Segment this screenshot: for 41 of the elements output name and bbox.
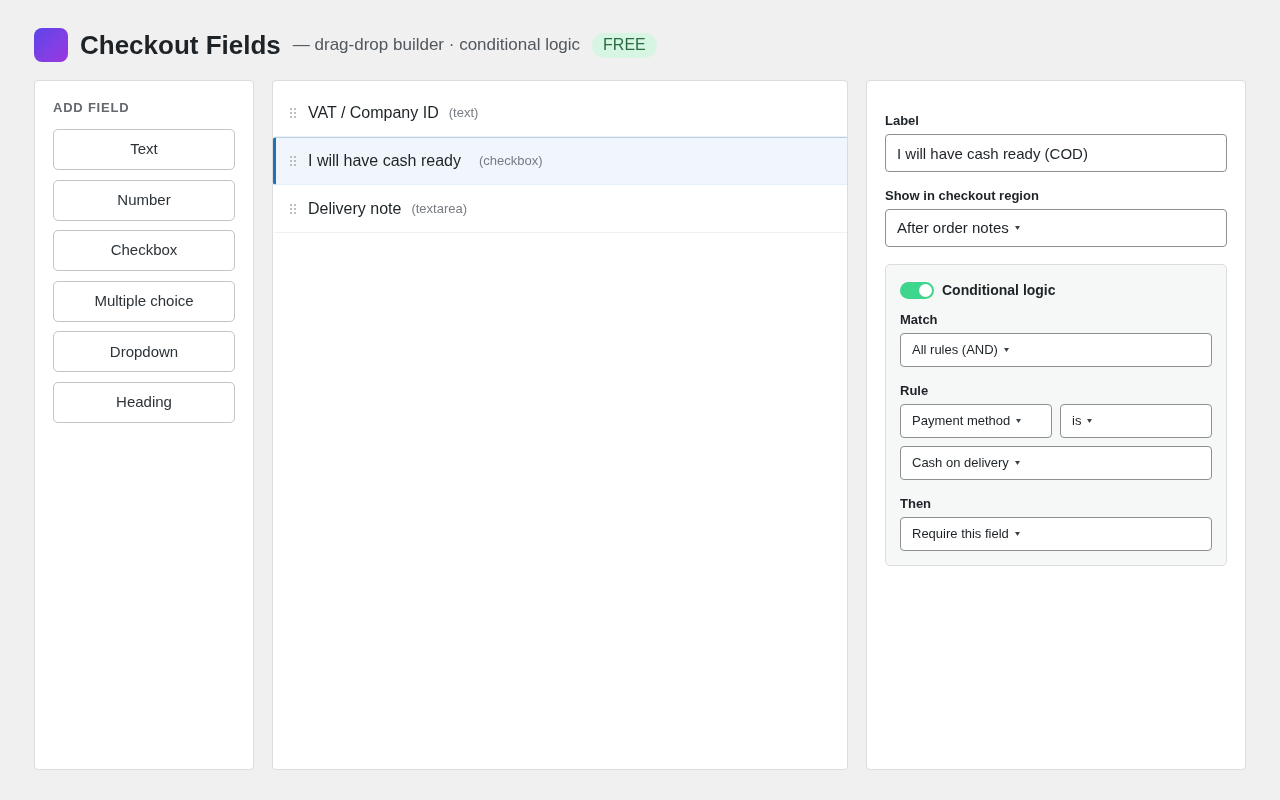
field-type: (checkbox)	[478, 152, 543, 171]
add-field-button[interactable]: Multiple choice	[53, 280, 235, 322]
add-field-button[interactable]: Dropdown	[53, 331, 235, 373]
caret-down-icon	[1003, 348, 1009, 352]
field-type: (textarea)	[411, 199, 467, 218]
page-subtitle: — drag-drop builder · conditional logic	[292, 34, 581, 57]
field-label: I will have cash ready	[308, 151, 461, 171]
field-type: (text)	[448, 103, 479, 122]
rule-caption: Rule	[900, 383, 930, 399]
add-field-button[interactable]: Number	[53, 179, 235, 221]
page-title: Checkout Fields	[80, 32, 281, 58]
conditional-logic-title: Conditional logic	[942, 281, 1056, 300]
action-dropdown[interactable]: Require this field	[900, 517, 1212, 551]
caret-down-icon	[1014, 461, 1020, 465]
rule-operator-dropdown[interactable]: is	[1060, 404, 1212, 438]
drag-handle-icon[interactable]	[290, 156, 296, 166]
caret-down-icon	[1087, 419, 1093, 423]
label-input[interactable]: I will have cash ready (COD)	[885, 134, 1227, 172]
match-caption: Match	[900, 312, 939, 328]
panel-heading: ADD FIELD	[53, 100, 131, 116]
field-label: Delivery note	[308, 198, 402, 219]
label-caption: Label	[885, 113, 920, 129]
caret-down-icon	[1016, 419, 1022, 423]
toggle-switch[interactable]	[900, 282, 934, 299]
logo-icon	[34, 28, 68, 62]
caret-down-icon	[1014, 226, 1020, 230]
drag-handle-icon[interactable]	[290, 203, 296, 214]
then-caption: Then	[900, 496, 933, 512]
field-row[interactable]: I will have cash ready (checkbox)	[273, 137, 847, 185]
rule-value-dropdown[interactable]: Cash on delivery	[900, 446, 1212, 480]
region-caption: Show in checkout region	[885, 188, 1040, 204]
add-field-button[interactable]: Heading	[53, 381, 235, 423]
match-dropdown[interactable]: All rules (AND)	[900, 333, 1212, 367]
rule-field-dropdown[interactable]: Payment method	[900, 404, 1052, 438]
add-field-button[interactable]: Checkbox	[53, 230, 235, 272]
drag-handle-icon[interactable]	[290, 107, 296, 118]
add-field-button[interactable]: Text	[53, 129, 235, 170]
field-label: VAT / Company ID	[308, 102, 439, 123]
plan-badge: FREE	[592, 32, 657, 58]
region-dropdown[interactable]: After order notes	[885, 209, 1227, 247]
caret-down-icon	[1014, 532, 1020, 536]
